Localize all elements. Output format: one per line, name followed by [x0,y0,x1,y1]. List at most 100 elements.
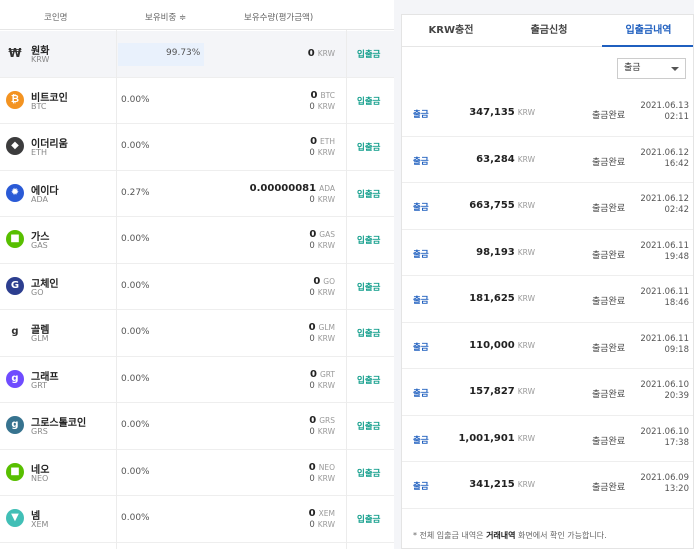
history-row[interactable]: 출금 98,193 KRW 출금완료 2021.06.11 19:48 [402,230,693,276]
history-type: 출금 [413,389,429,399]
note-link: 거래내역 [486,531,516,540]
holding-krw-value: 0 KRW [309,241,335,251]
history-amount: 341,215 KRW [469,479,535,490]
bitcoin-icon: ₿ [6,90,24,109]
history-datetime: 2021.06.10 20:39 [640,380,689,401]
history-type: 출금 [413,482,429,492]
amount-header[interactable]: 보유수량(평가금액) [244,11,313,23]
holding-amount: 0 ETH [310,136,335,147]
coin-symbol: GO [31,287,44,297]
history-row[interactable]: 출금 63,284 KRW 출금완료 2021.06.12 16:42 [402,137,693,183]
note-text: * 전체 입출금 내역은 [413,531,487,540]
deposit-withdraw-button[interactable]: 입출금 [357,374,380,386]
deposit-withdraw-button[interactable]: 입출금 [357,467,380,479]
holding-amount: 0 KRW [307,48,335,59]
graph-icon: g [6,369,24,388]
holding-row[interactable]: ■ 네오 NEO 0.00% 0 NEO 0 KRW 입출금 [0,450,394,496]
history-datetime: 2021.06.11 09:18 [640,333,689,355]
holding-row[interactable]: ₿ 비트코인 BTC 0.00% 0 BTC 0 KRW 입출금 [0,78,394,124]
note-text: 화면에서 확인 가능합니다. [515,531,607,540]
history-filter-select[interactable]: 출금 [617,58,686,79]
history-row[interactable]: 출금 181,625 KRW 출금완료 2021.06.11 18:46 [402,276,693,323]
deposit-withdraw-button[interactable]: 입출금 [357,420,380,432]
holding-krw-value: 0 KRW [309,380,335,391]
ratio-header[interactable]: 보유비중 ≑ [145,11,186,23]
history-amount: 1,001,901 KRW [458,432,535,444]
history-amount: 157,827 KRW [469,386,535,397]
deposit-withdraw-button[interactable]: 입출금 [357,234,380,246]
holding-amount: 0 GRT [309,368,335,380]
coin-symbol: GLM [31,334,49,343]
history-row[interactable]: 출금 341,215 KRW 출금완료 2021.06.09 13:20 [402,462,693,509]
tab-krw-deposit[interactable]: KRW충전 [402,15,500,47]
history-status: 출금완료 [592,343,626,354]
history-type: 출금 [413,203,429,213]
history-datetime: 2021.06.11 18:46 [640,287,689,308]
golem-icon: g [11,326,19,337]
coin-symbol: ETH [31,148,47,157]
deposit-withdraw-button[interactable]: 입출금 [357,188,380,200]
history-datetime: 2021.06.09 13:20 [640,473,689,494]
history-type: 출금 [413,249,429,260]
history-row[interactable]: 출금 157,827 KRW 출금완료 2021.06.10 20:39 [402,369,693,416]
holding-ratio: 0.00% [121,94,150,105]
holding-row[interactable]: ◆ 이더리움 ETH 0.00% 0 ETH 0 KRW 입출금 [0,124,394,171]
column-divider [346,30,347,549]
holding-row[interactable]: ▼ 넴 XEM 0.00% 0 XEM 0 KRW 입출금 [0,496,394,543]
holding-row[interactable]: g 그래프 GRT 0.00% 0 GRT 0 KRW 입출금 [0,357,394,403]
holding-row[interactable]: ₩ 원화 KRW 99.73% 0 KRW 입출금 [0,31,394,78]
holding-krw-value: 0 KRW [309,473,335,484]
coin-name-header[interactable]: 코인명 [44,11,67,23]
deposit-withdraw-button[interactable]: 입출금 [357,48,380,60]
caret-down-icon [671,67,679,71]
history-type: 출금 [413,342,429,353]
holding-row[interactable]: g 골렘 GLM 0.00% 0 GLM 0 KRW 입출금 [0,310,394,357]
holding-amount: 0 GAS [309,229,335,240]
holding-ratio: 99.73% [166,48,201,58]
coin-symbol: BTC [31,101,47,111]
holding-ratio: 0.00% [121,327,150,337]
holding-ratio: 0.27% [121,187,150,198]
deposit-withdraw-button[interactable]: 입출금 [357,141,380,153]
filter-value: 출금 [624,63,641,73]
history-status: 출금완료 [592,436,626,447]
holding-ratio: 0.00% [121,373,150,384]
holding-amount: 0.00000081 ADA [249,182,335,194]
neo-icon: ■ [6,462,24,481]
history-type: 출금 [413,296,429,306]
holding-krw-value: 0 KRW [309,287,335,298]
deposit-withdraw-button[interactable]: 입출금 [357,95,380,107]
history-row[interactable]: 출금 1,001,901 KRW 출금완료 2021.06.10 17:38 [402,416,693,462]
holdings-header: 코인명 보유비중 ≑ 보유수량(평가금액) [0,0,394,30]
coin-symbol: ADA [31,194,48,204]
holding-krw-value: 0 KRW [309,520,335,530]
history-type: 출금 [413,156,429,167]
holding-krw-value: 0 KRW [309,101,335,112]
history-datetime: 2021.06.12 02:42 [640,194,689,215]
deposit-withdraw-button[interactable]: 입출금 [357,513,380,525]
holding-krw-value: 0 KRW [309,148,335,158]
holding-ratio: 0.00% [121,513,150,523]
coin-symbol: GRT [31,380,48,390]
history-row[interactable]: 출금 347,135 KRW 출금완료 2021.06.13 02:11 [402,90,693,137]
deposit-withdraw-button[interactable]: 입출금 [357,281,380,293]
holding-amount: 0 GRS [309,415,335,426]
groestlcoin-icon: g [6,416,24,434]
history-status: 출금완료 [592,390,626,400]
tab-history[interactable]: 입출금내역 [602,15,693,47]
history-row[interactable]: 출금 663,755 KRW 출금완료 2021.06.12 02:42 [402,183,693,230]
tab-bar: KRW충전 출금신청 입출금내역 [402,15,693,47]
column-divider [116,30,117,549]
tab-withdraw-request[interactable]: 출금신청 [500,15,598,47]
deposit-withdraw-button[interactable]: 입출금 [357,327,380,339]
holding-row[interactable]: ■ 가스 GAS 0.00% 0 GAS 0 KRW 입출금 [0,217,394,264]
history-row[interactable]: 출금 110,000 KRW 출금완료 2021.06.11 09:18 [402,323,693,369]
holding-row[interactable]: ✹ 에이다 ADA 0.27% 0.00000081 ADA 0 KRW 입출금 [0,171,394,217]
coin-symbol: NEO [31,473,49,483]
history-type: 출금 [413,435,429,446]
holding-amount: 0 GLM [308,322,335,333]
holding-row[interactable]: g 그로스톨코인 GRS 0.00% 0 GRS 0 KRW 입출금 [0,403,394,450]
holding-row[interactable]: G 고체인 GO 0.00% 0 GO 0 KRW 입출금 [0,264,394,310]
holding-amount: 0 GO [313,275,335,287]
history-datetime: 2021.06.11 19:48 [640,240,689,262]
